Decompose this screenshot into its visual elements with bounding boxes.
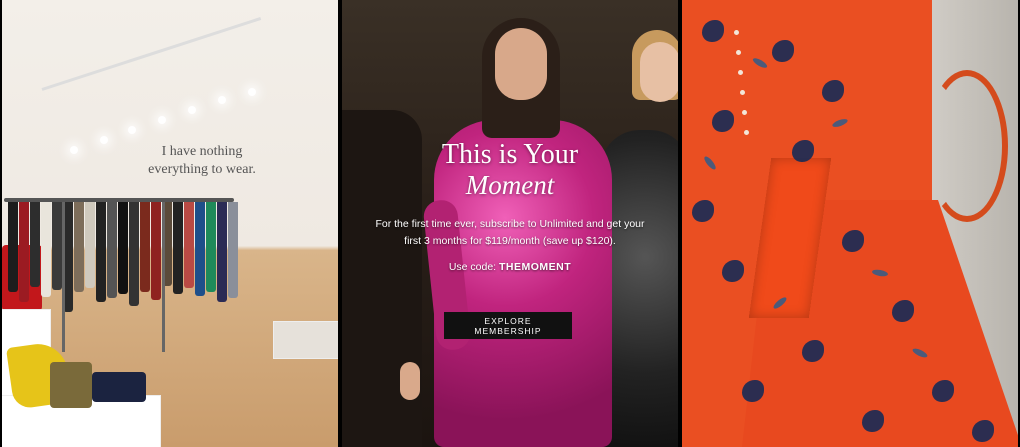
dress-button bbox=[744, 130, 749, 135]
display-table bbox=[274, 322, 338, 358]
leopard-bag bbox=[50, 362, 92, 408]
promo-code-value: THEMOMENT bbox=[499, 261, 572, 274]
store-interior-image: I have nothing everything to wear. bbox=[0, 0, 340, 447]
laughing-woman-face bbox=[495, 28, 547, 100]
promo-code-label: Use code: bbox=[448, 261, 497, 274]
hand bbox=[400, 362, 420, 400]
spotlight bbox=[128, 126, 136, 134]
hanging-garments bbox=[8, 202, 239, 312]
spotlight bbox=[218, 96, 226, 104]
dress-button bbox=[734, 30, 739, 35]
track-lighting bbox=[41, 16, 262, 91]
promo-text-block: This is Your Moment For the first time e… bbox=[342, 139, 678, 273]
smiling-woman-face bbox=[640, 42, 678, 102]
promo-description: For the first time ever, subscribe to Un… bbox=[375, 218, 645, 247]
spotlight bbox=[100, 136, 108, 144]
promo-title: This is Your bbox=[441, 139, 579, 170]
hero-banner: I have nothing everything to wear. This … bbox=[0, 0, 1020, 447]
dress-button bbox=[742, 110, 747, 115]
spotlight bbox=[248, 88, 256, 96]
spotlight bbox=[158, 116, 166, 124]
wall-quote: I have nothing everything to wear. bbox=[148, 144, 256, 177]
rack-leg bbox=[162, 202, 165, 352]
floral-dress-image bbox=[680, 0, 1020, 447]
dress-button bbox=[740, 90, 745, 95]
hose-coil bbox=[926, 70, 1008, 222]
explore-membership-button[interactable]: EXPLORE MEMBERSHIP bbox=[444, 312, 572, 339]
dress-button bbox=[738, 70, 743, 75]
promo-code-line: Use code: THEMOMENT bbox=[342, 261, 678, 273]
spotlight bbox=[70, 146, 78, 154]
spotlight bbox=[188, 106, 196, 114]
promo-panel: This is Your Moment For the first time e… bbox=[340, 0, 680, 447]
dress-button bbox=[736, 50, 741, 55]
promo-subtitle: Moment bbox=[465, 169, 555, 200]
rack-leg bbox=[62, 202, 65, 352]
navy-clutch bbox=[92, 372, 146, 402]
